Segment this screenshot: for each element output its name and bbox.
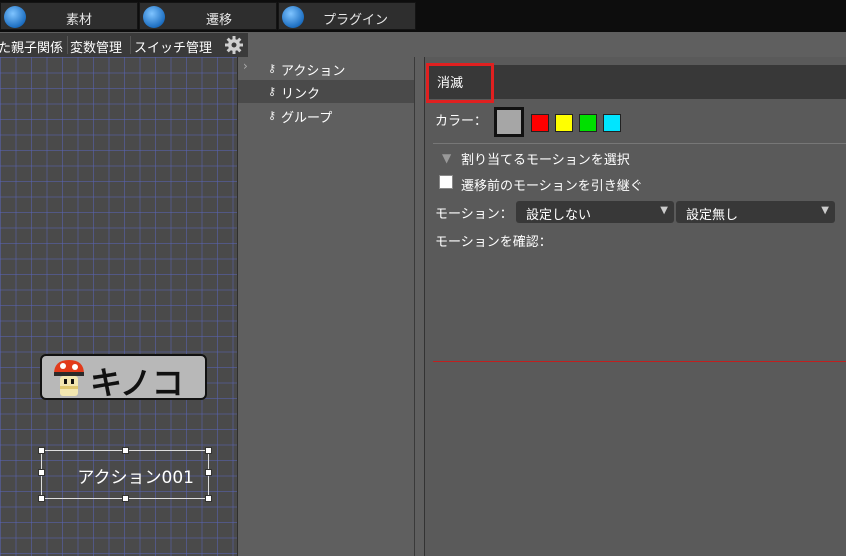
- color-swatch-cyan[interactable]: [603, 114, 621, 132]
- action-object[interactable]: アクション001: [38, 447, 212, 502]
- resize-handle[interactable]: [38, 469, 45, 476]
- chevron-down-icon: ▼: [660, 205, 668, 216]
- key-icon: ⚷: [268, 62, 277, 75]
- plugin-icon: [282, 6, 304, 28]
- motion-dropdown[interactable]: 設定しない ▼: [516, 201, 674, 223]
- key-icon: ⚷: [268, 109, 277, 122]
- color-swatch-gray[interactable]: [494, 107, 524, 137]
- resize-handle[interactable]: [205, 495, 212, 502]
- mushroom-icon: [54, 360, 84, 396]
- key-icon: ⚷: [268, 85, 277, 98]
- resize-handle[interactable]: [205, 447, 212, 454]
- switch-management-button[interactable]: スイッチ管理: [134, 37, 212, 56]
- tab-materials-label: 素材: [66, 13, 93, 28]
- panel-gap: [415, 57, 424, 556]
- sub-toolbar: た親子関係 変数管理 スイッチ管理: [0, 33, 248, 57]
- motion-dropdown-value: 設定しない: [526, 208, 592, 223]
- menu-item-label: グループ: [281, 111, 333, 126]
- motion-select-heading: 割り当てるモーションを選択: [461, 153, 630, 168]
- divider: [433, 143, 846, 144]
- resize-handle[interactable]: [38, 447, 45, 454]
- tab-plugin[interactable]: プラグイン: [278, 2, 416, 30]
- top-tab-bar: 素材 遷移 プラグイン: [0, 0, 846, 32]
- menu-item-label: アクション: [281, 64, 346, 79]
- setting-dropdown[interactable]: 設定無し ▼: [676, 201, 835, 223]
- resize-handle[interactable]: [38, 495, 45, 502]
- resize-handle[interactable]: [122, 447, 129, 454]
- object-label: キノコ: [90, 364, 184, 402]
- resize-handle[interactable]: [205, 469, 212, 476]
- tab-transition-label: 遷移: [206, 13, 233, 28]
- color-swatch-yellow[interactable]: [555, 114, 573, 132]
- parent-child-relations-button[interactable]: た親子関係: [0, 37, 63, 56]
- divider: [130, 36, 131, 54]
- divider: [67, 36, 68, 54]
- tab-plugin-label: プラグイン: [323, 13, 389, 28]
- kinoko-object[interactable]: キノコ: [40, 354, 207, 402]
- action-label: アクション001: [77, 468, 194, 488]
- collapse-triangle-icon[interactable]: ▼: [442, 151, 451, 165]
- inherit-motion-label: 遷移前のモーションを引き継ぐ: [461, 179, 643, 194]
- motion-label: モーション：: [435, 207, 513, 222]
- tab-materials[interactable]: 素材: [0, 2, 138, 30]
- setting-dropdown-value: 設定無し: [686, 208, 739, 223]
- menu-item-group[interactable]: ⚷ グループ: [238, 104, 414, 127]
- resize-handle[interactable]: [122, 495, 129, 502]
- menu-item-label: リンク: [281, 87, 321, 102]
- color-label: カラー：: [435, 114, 488, 129]
- layers-icon: [4, 6, 26, 28]
- link-icon: [143, 6, 165, 28]
- confirm-motion-label: モーションを確認：: [435, 235, 552, 250]
- highlight-box: [426, 63, 494, 103]
- menu-item-action[interactable]: ⚷ アクション: [238, 57, 414, 80]
- type-menu: › ⚷ アクション ⚷ リンク ⚷ グループ: [238, 57, 414, 556]
- color-swatch-red[interactable]: [531, 114, 549, 132]
- inherit-motion-checkbox[interactable]: [439, 175, 453, 189]
- red-guide-line: [433, 361, 846, 362]
- color-swatch-green[interactable]: [579, 114, 597, 132]
- properties-panel: 消滅 カラー： ▼ 割り当てるモーションを選択 遷移前のモーションを引き継ぐ モ…: [425, 57, 846, 556]
- scene-canvas[interactable]: キノコ アクション001: [0, 57, 237, 556]
- chevron-down-icon: ▼: [821, 205, 829, 216]
- gear-icon[interactable]: [224, 35, 244, 55]
- tab-transition[interactable]: 遷移: [139, 2, 277, 30]
- menu-item-link[interactable]: ⚷ リンク: [238, 80, 414, 103]
- variable-management-button[interactable]: 変数管理: [70, 37, 122, 56]
